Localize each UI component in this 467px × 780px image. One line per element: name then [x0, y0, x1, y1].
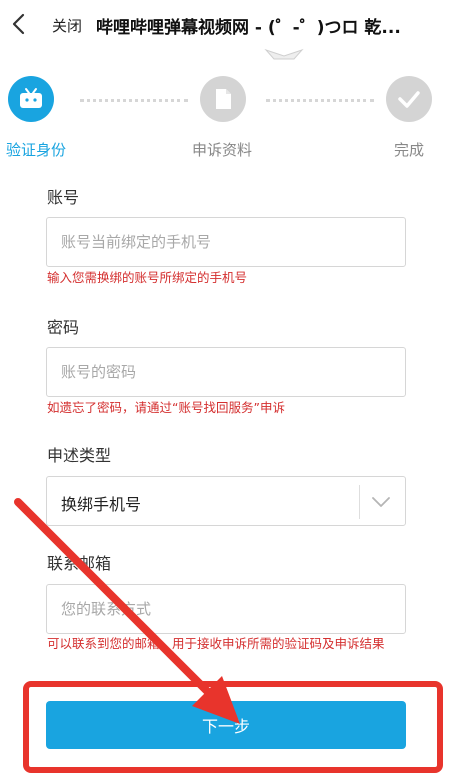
document-icon [216, 89, 231, 109]
top-bar: 关闭 哔哩哔哩弹幕视频网 - (゜-゜)つロ 乾... [0, 0, 467, 52]
step-complete [386, 76, 432, 122]
step-verify-identity [8, 76, 54, 122]
decorative-graphic [264, 48, 304, 60]
page-title: 哔哩哔哩弹幕视频网 - (゜-゜)つロ 乾... [96, 18, 401, 38]
step-connector [266, 99, 374, 102]
password-input[interactable] [46, 347, 406, 397]
chevron-down-icon [372, 497, 390, 507]
step-connector [80, 99, 188, 102]
account-hint: 输入您需换绑的账号所绑定的手机号 [47, 270, 248, 285]
password-label: 密码 [47, 318, 80, 337]
step-appeal-info [200, 76, 246, 122]
email-input[interactable] [46, 584, 406, 634]
step-label: 申诉资料 [192, 141, 253, 159]
password-hint: 如遗忘了密码，请通过“账号找回服务”申诉 [47, 400, 285, 415]
checkmark-icon [398, 91, 420, 108]
step-label: 验证身份 [6, 141, 67, 159]
appeal-type-label: 申述类型 [47, 446, 112, 465]
account-input[interactable] [46, 217, 406, 267]
email-label: 联系邮箱 [47, 554, 112, 573]
email-hint: 可以联系到您的邮箱，用于接收申诉所需的验证码及申诉结果 [47, 636, 385, 651]
account-label: 账号 [47, 188, 80, 207]
close-link[interactable]: 关闭 [52, 15, 82, 36]
back-arrow-icon[interactable] [6, 10, 34, 38]
select-divider [359, 485, 360, 519]
appeal-type-select[interactable]: 换绑手机号 [46, 476, 406, 526]
appeal-type-value: 换绑手机号 [61, 495, 142, 514]
tv-icon [20, 88, 42, 108]
step-label: 完成 [394, 141, 425, 159]
next-step-button[interactable]: 下一步 [46, 701, 406, 749]
